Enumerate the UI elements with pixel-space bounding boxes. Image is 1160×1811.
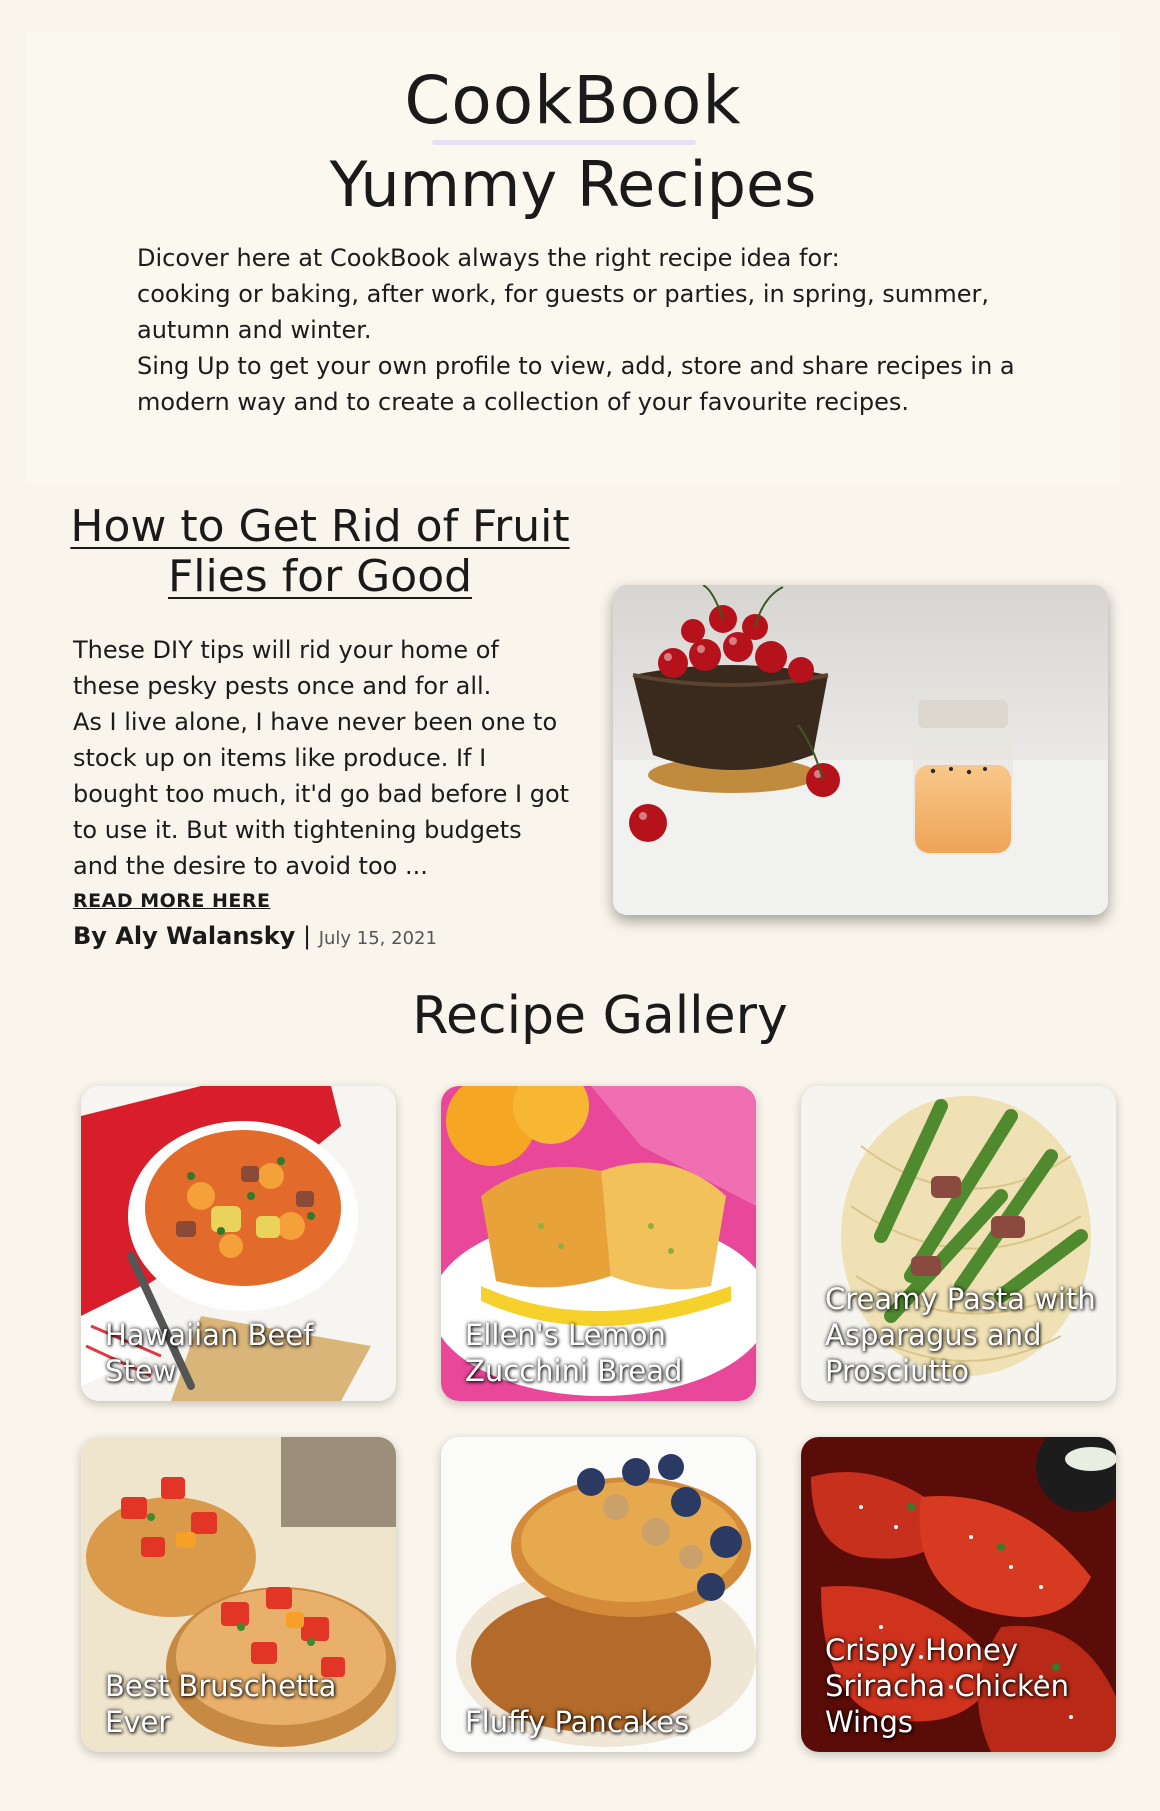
recipe-card-title: Crispy Honey Sriracha Chicken Wings bbox=[825, 1633, 1070, 1739]
read-more-link[interactable]: READ MORE HERE bbox=[73, 890, 270, 912]
tagline: Yummy Recipes bbox=[329, 148, 817, 221]
recipe-card[interactable]: Creamy Pasta with Asparagus and Prosciut… bbox=[801, 1086, 1116, 1401]
byline: By Aly Walansky | July 15, 2021 bbox=[73, 922, 437, 950]
intro-line: cooking or baking, after work, for guest… bbox=[137, 280, 990, 344]
article-lead: These DIY tips will rid your home of the… bbox=[73, 636, 499, 700]
gallery-title: Recipe Gallery bbox=[412, 986, 788, 1046]
recipe-card[interactable]: Crispy Honey Sriracha Chicken Wings bbox=[801, 1437, 1116, 1752]
recipe-card[interactable]: Ellen's Lemon Zucchini Bread bbox=[441, 1086, 756, 1401]
author-name: By Aly Walansky bbox=[73, 922, 296, 950]
recipe-card-title: Ellen's Lemon Zucchini Bread bbox=[465, 1318, 683, 1388]
recipe-card-title: Creamy Pasta with Asparagus and Prosciut… bbox=[825, 1282, 1096, 1388]
recipe-card[interactable]: Hawaiian Beef Stew bbox=[81, 1086, 396, 1401]
publish-date: July 15, 2021 bbox=[318, 928, 437, 949]
article-image[interactable] bbox=[613, 585, 1108, 915]
recipe-card-title: Fluffy Pancakes bbox=[465, 1705, 690, 1739]
article-body: These DIY tips will rid your home of the… bbox=[73, 632, 573, 884]
intro-line: Dicover here at CookBook always the righ… bbox=[137, 244, 840, 272]
byline-separator: | bbox=[302, 922, 312, 950]
brand-underline bbox=[432, 140, 696, 145]
fruit-flies-illustration bbox=[613, 585, 1108, 915]
brand-title: CookBook bbox=[404, 62, 742, 139]
intro-line: Sing Up to get your own profile to view,… bbox=[137, 352, 1015, 416]
recipe-card[interactable]: Best Bruschetta Ever bbox=[81, 1437, 396, 1752]
article-title-link[interactable]: How to Get Rid of Fruit Flies for Good bbox=[54, 502, 586, 602]
recipe-card-title: Best Bruschetta Ever bbox=[105, 1669, 337, 1739]
recipe-card-title: Hawaiian Beef Stew bbox=[105, 1318, 314, 1388]
hero-section: CookBook Yummy Recipes Dicover here at C… bbox=[26, 32, 1120, 482]
recipe-card[interactable]: Fluffy Pancakes bbox=[441, 1437, 756, 1752]
article-excerpt: As I live alone, I have never been one t… bbox=[73, 708, 570, 880]
intro-text: Dicover here at CookBook always the righ… bbox=[137, 240, 1037, 420]
